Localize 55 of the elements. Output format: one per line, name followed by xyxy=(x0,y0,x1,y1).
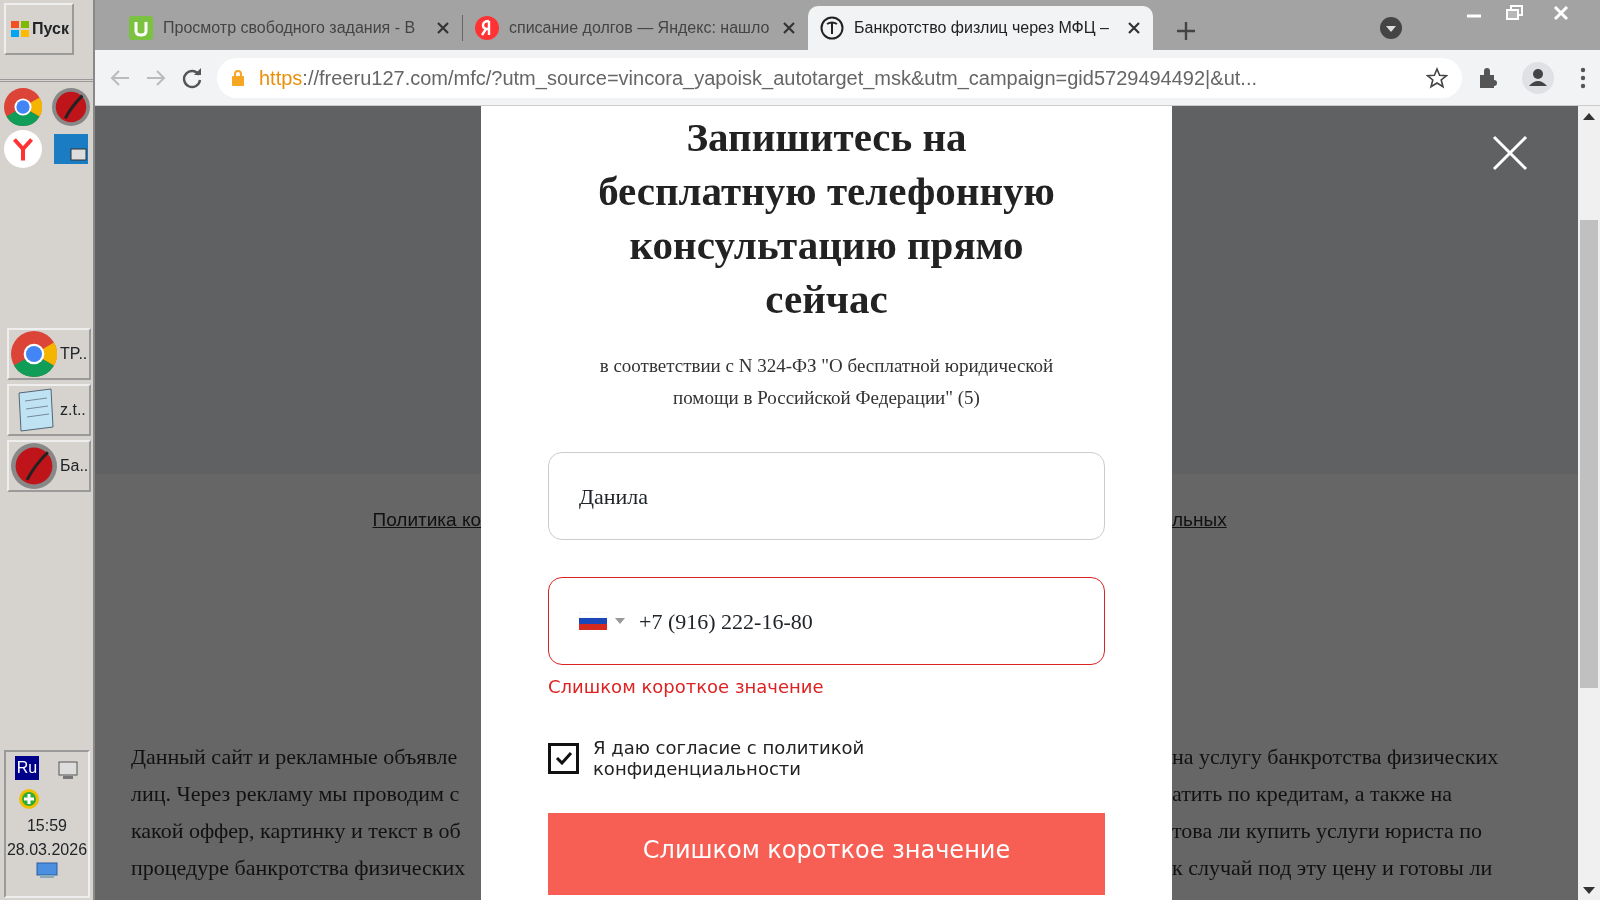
caret-icon[interactable] xyxy=(615,618,625,624)
scrollbar-thumb[interactable] xyxy=(1580,220,1598,688)
windows-logo-icon xyxy=(10,19,30,39)
phone-field[interactable]: +7 (916) 222-16-80 xyxy=(548,577,1105,665)
circle-logo-icon xyxy=(820,16,844,40)
y-logo-icon[interactable] xyxy=(4,130,42,168)
new-tab-icon[interactable] xyxy=(1175,19,1197,42)
consent-label[interactable]: Я даю согласие с политикой конфиденциальности xyxy=(593,737,913,779)
name-field[interactable]: Данила xyxy=(548,452,1105,540)
close-icon[interactable] xyxy=(436,21,450,35)
url-text: https://freeru127.com/mfc/?utm_source=vincora_yapoisk_autotarget_msk&utm_campaign=gid5729494492|&ut... xyxy=(259,65,1258,92)
menu-icon[interactable] xyxy=(1580,67,1586,90)
browser-tab[interactable]: Банкротство физлиц через МФЦ – xyxy=(808,6,1153,50)
clock-time: 15:59 xyxy=(26,816,67,836)
browser-app-icon[interactable] xyxy=(52,88,90,126)
paragraph-text: атить по кредитам, а также на xyxy=(1172,780,1454,808)
paragraph-text: какой оффер, картинку и текст в об xyxy=(131,817,462,845)
reload-icon[interactable] xyxy=(181,66,203,89)
taskbar-button[interactable]: z.t.. xyxy=(7,384,91,436)
ya-logo-icon xyxy=(475,16,499,40)
russia-flag-icon[interactable] xyxy=(579,612,607,630)
close-icon[interactable] xyxy=(782,21,796,35)
paragraph-text: това ли купить услуги юриста по xyxy=(1172,817,1483,845)
star-icon[interactable] xyxy=(1426,66,1448,89)
paragraph-text: на услугу банкротства физических xyxy=(1172,743,1500,771)
consent-checkbox[interactable] xyxy=(548,742,579,774)
chrome-icon[interactable] xyxy=(4,88,42,126)
paragraph-text: к случай под эту цену и готовы ли xyxy=(1172,854,1494,882)
scrollbar[interactable] xyxy=(1578,106,1600,900)
language-indicator[interactable]: Ru xyxy=(14,756,40,780)
browser-app-icon xyxy=(11,443,57,489)
taskbar-button[interactable]: TP.. xyxy=(7,328,91,380)
address-bar[interactable]: https://freeru127.com/mfc/?utm_source=vincora_yapoisk_autotarget_msk&utm_campaign=gid5729494492|&ut... xyxy=(217,57,1462,98)
plus-circle-icon[interactable] xyxy=(18,787,40,810)
profile-icon[interactable] xyxy=(1522,61,1554,94)
modal-subtitle: в соответствии с N 324-ФЗ "О бесплатной юридической помощи в Российской Федерации" (5) xyxy=(598,354,1055,410)
scroll-up-icon[interactable] xyxy=(1583,112,1595,120)
u-logo-icon xyxy=(129,16,153,40)
paragraph-text: процедуре банкротства физических xyxy=(131,854,467,882)
start-button[interactable]: Пуск xyxy=(4,3,74,55)
lock-icon xyxy=(231,68,245,87)
taskbar-button[interactable]: Ба.. xyxy=(7,440,91,492)
browser-tab[interactable]: списание долгов — Яндекс: нашло xyxy=(463,6,808,50)
error-message: Слишком короткое значение xyxy=(548,675,825,699)
clock-date: 28.03.2026 xyxy=(6,840,88,860)
checkmark-icon xyxy=(554,751,573,765)
browser-tab[interactable]: Просмотр свободного задания - В xyxy=(117,6,462,50)
show-desktop-icon[interactable] xyxy=(36,862,58,878)
scroll-down-icon[interactable] xyxy=(1583,887,1595,895)
close-icon[interactable] xyxy=(1127,21,1141,35)
paragraph-text: лиц. Через рекламу мы проводим с xyxy=(131,780,461,808)
chrome-icon xyxy=(11,331,57,377)
paragraph-text: Данный сайт и рекламные объявле xyxy=(131,743,459,771)
dropdown-icon[interactable] xyxy=(1379,16,1403,40)
modal-title: Запишитесь на бесплатную телефонную консультацию прямо сейчас xyxy=(597,113,1056,324)
